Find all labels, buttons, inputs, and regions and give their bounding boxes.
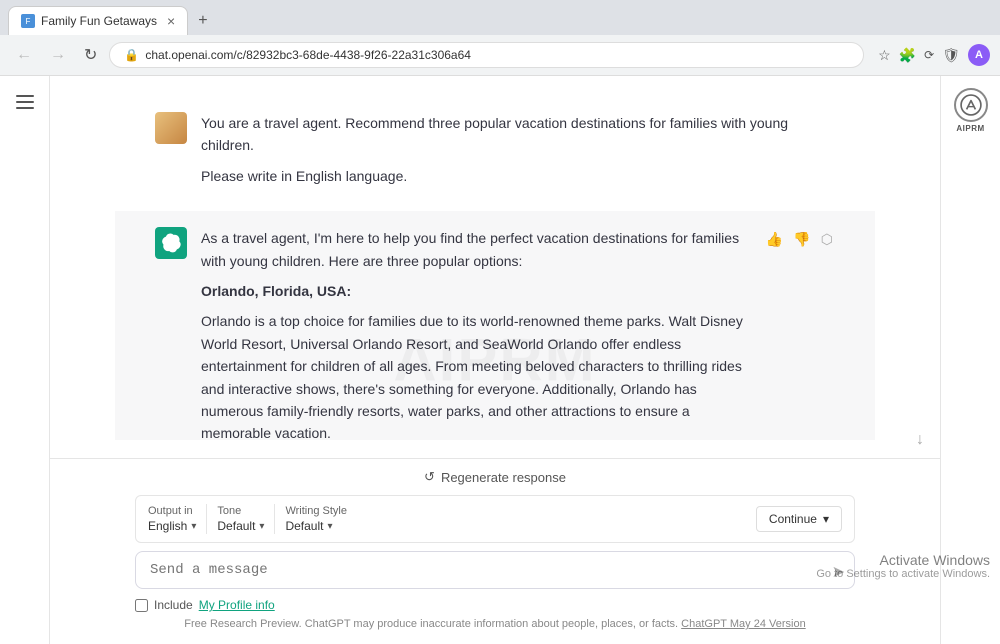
tab-bar: F Family Fun Getaways × + [0, 0, 1000, 35]
forward-button[interactable]: → [44, 42, 72, 68]
back-button[interactable]: ← [10, 42, 38, 68]
assistant-avatar [155, 227, 187, 259]
user-message: You are a travel agent. Recommend three … [115, 96, 875, 211]
tone-label: Tone [217, 505, 264, 517]
writing-style-chevron-icon: ▾ [327, 521, 332, 532]
divider-1 [206, 504, 207, 534]
tab-title: Family Fun Getaways [41, 14, 157, 28]
continue-chevron-icon: ▾ [823, 512, 829, 526]
assistant-message: As a travel agent, I'm here to help you … [115, 211, 875, 440]
user-text-line1: You are a travel agent. Recommend three … [201, 112, 835, 157]
regenerate-icon: ↺ [424, 469, 435, 485]
continue-button[interactable]: Continue ▾ [756, 506, 842, 532]
refresh-button[interactable]: ↻ [78, 41, 103, 69]
tone-value: Default [217, 519, 255, 533]
chatgpt-version-link[interactable]: ChatGPT May 24 Version [681, 618, 806, 630]
writing-style-label: Writing Style [285, 505, 347, 517]
writing-style-control: Writing Style Default ▾ [285, 505, 347, 533]
messages-container: AIPRM You are a travel agent. Recommend … [50, 76, 940, 440]
disclaimer: Free Research Preview. ChatGPT may produ… [135, 612, 855, 634]
include-text: Include [154, 598, 193, 612]
writing-style-value: Default [285, 519, 323, 533]
tab-favicon: F [21, 14, 35, 28]
sync-icon[interactable]: ⟳ [924, 48, 934, 62]
lock-icon: 🔒 [124, 48, 139, 62]
windows-activation: Activate Windows Go to Settings to activ… [816, 552, 990, 580]
user-text-line2: Please write in English language. [201, 165, 835, 187]
windows-activate-title: Activate Windows [816, 552, 990, 568]
controls-row: Output in English ▾ Tone Default ▾ [135, 495, 855, 543]
windows-activate-subtitle: Go to Settings to activate Windows. [816, 568, 990, 580]
aiprm-circle [954, 88, 988, 122]
browser-actions: ☆ 🧩 ⟳ 🛡 A [878, 44, 990, 66]
destination-1-desc: Orlando is a top choice for families due… [201, 310, 750, 440]
new-tab-button[interactable]: + [192, 10, 213, 32]
output-in-control: Output in English ▾ [148, 505, 196, 533]
output-label: Output in [148, 505, 196, 517]
thumbs-down-button[interactable]: 👎 [791, 229, 812, 250]
tone-select[interactable]: Default ▾ [217, 519, 264, 533]
regenerate-button[interactable]: ↺ Regenerate response [66, 469, 924, 485]
copy-button[interactable]: ⬡ [819, 229, 835, 250]
sidebar-toggle-button[interactable] [11, 88, 39, 116]
sidebar-panel [0, 76, 50, 644]
user-message-content: You are a travel agent. Recommend three … [201, 112, 835, 195]
thumbs-up-button[interactable]: 👍 [764, 229, 785, 250]
message-input[interactable] [135, 551, 855, 589]
include-profile-checkbox[interactable] [135, 599, 148, 612]
chat-area: AIPRM You are a travel agent. Recommend … [50, 76, 940, 644]
output-chevron-icon: ▾ [191, 521, 196, 532]
tab-close-button[interactable]: × [167, 13, 175, 29]
browser-controls: ← → ↻ 🔒 chat.openai.com/c/82932bc3-68de-… [0, 35, 1000, 75]
output-select[interactable]: English ▾ [148, 519, 196, 533]
profile-avatar[interactable]: A [968, 44, 990, 66]
extensions-icon[interactable]: 🧩 [899, 47, 916, 64]
output-value: English [148, 519, 187, 533]
url-text: chat.openai.com/c/82932bc3-68de-4438-9f2… [145, 48, 849, 62]
assistant-message-content: As a travel agent, I'm here to help you … [201, 227, 750, 440]
address-bar[interactable]: 🔒 chat.openai.com/c/82932bc3-68de-4438-9… [109, 42, 864, 68]
assistant-intro: As a travel agent, I'm here to help you … [201, 227, 750, 272]
continue-label: Continue [769, 512, 817, 526]
divider-2 [274, 504, 275, 534]
user-avatar [155, 112, 187, 144]
profile-link[interactable]: My Profile info [199, 598, 275, 612]
input-row: ➤ [135, 551, 855, 592]
disclaimer-text: Free Research Preview. ChatGPT may produ… [184, 618, 678, 630]
aiprm-label: AIPRM [956, 124, 984, 133]
tone-chevron-icon: ▾ [259, 521, 264, 532]
active-tab[interactable]: F Family Fun Getaways × [8, 6, 188, 35]
scroll-down-icon[interactable]: ↓ [50, 431, 940, 449]
destination-1-title: Orlando, Florida, USA: [201, 280, 750, 302]
aiprm-logo: AIPRM [954, 88, 988, 133]
shield-icon[interactable]: 🛡 [942, 47, 960, 64]
include-profile-row: Include My Profile info [135, 598, 855, 612]
bookmark-star-icon[interactable]: ☆ [878, 47, 891, 64]
message-actions: 👍 👎 ⬡ [764, 227, 835, 440]
tone-control: Tone Default ▾ [217, 505, 264, 533]
bottom-area: ↺ Regenerate response Output in English … [50, 458, 940, 644]
regenerate-label: Regenerate response [441, 470, 566, 485]
writing-style-select[interactable]: Default ▾ [285, 519, 347, 533]
